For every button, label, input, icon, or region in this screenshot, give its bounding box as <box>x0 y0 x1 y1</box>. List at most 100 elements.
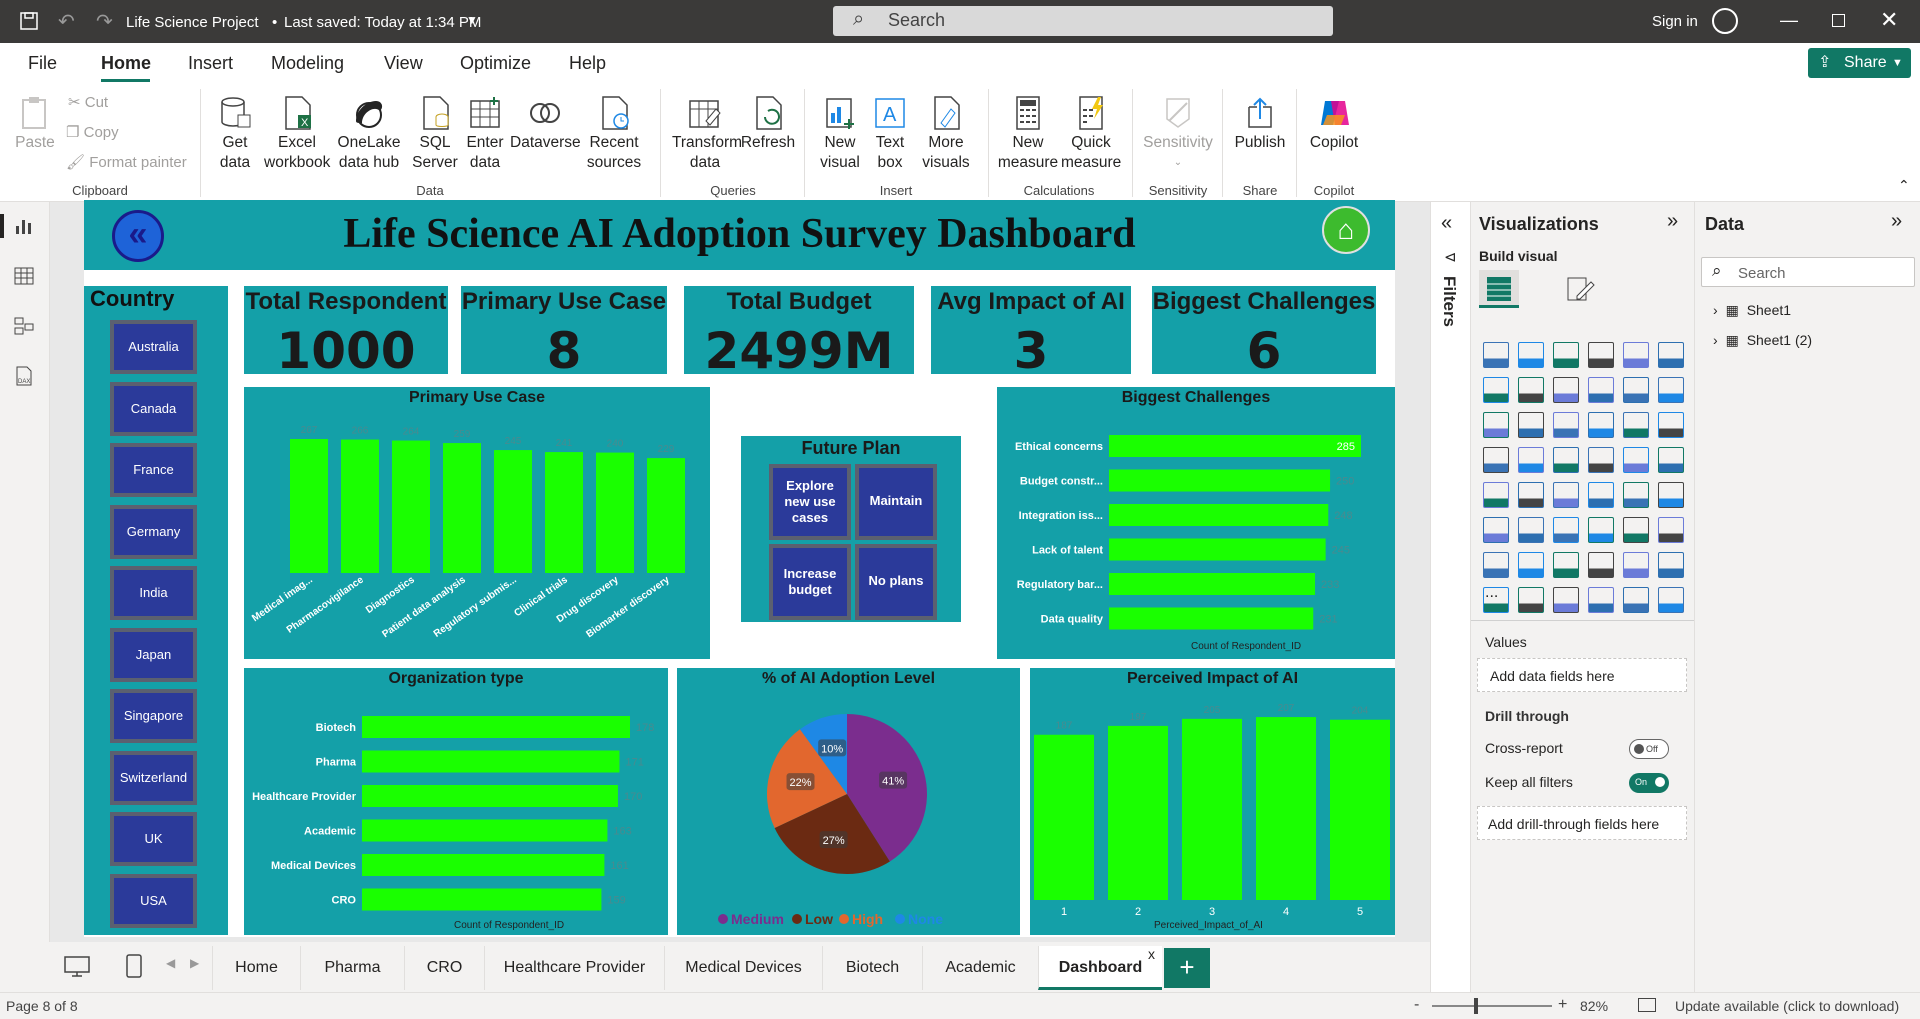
biggest-challenges-chart[interactable]: Biggest Challenges Count of Respondent_I… <box>997 387 1395 659</box>
maximize-icon[interactable] <box>1832 14 1845 27</box>
visual-type-icon[interactable] <box>1623 587 1649 613</box>
visual-type-icon[interactable] <box>1588 377 1614 403</box>
visual-type-icon[interactable] <box>1518 377 1544 403</box>
copilot-button[interactable]: Copilot <box>1304 95 1364 153</box>
zoom-in-button[interactable]: + <box>1558 996 1567 1014</box>
organization-type-chart[interactable]: Organization type Count of Respondent_ID… <box>244 668 668 935</box>
visual-type-icon[interactable] <box>1658 342 1684 368</box>
page-tab-healthcare-provider[interactable]: Healthcare Provider <box>484 946 664 990</box>
future-plan-option[interactable]: Maintain <box>855 464 937 540</box>
visual-type-icon[interactable] <box>1483 412 1509 438</box>
minimize-icon[interactable]: — <box>1780 10 1798 31</box>
zoom-out-button[interactable]: - <box>1414 996 1419 1014</box>
country-button[interactable]: UK <box>110 812 197 866</box>
home-button[interactable]: ⌂ <box>1322 206 1370 254</box>
tab-help[interactable]: Help <box>569 53 606 74</box>
visual-type-icon[interactable] <box>1588 517 1614 543</box>
close-tab-icon[interactable]: x <box>1148 946 1155 962</box>
copy-button[interactable]: ❐ Copy <box>66 123 119 141</box>
visual-type-icon[interactable] <box>1623 482 1649 508</box>
refresh-button[interactable]: Refresh <box>740 95 796 153</box>
kpi-card[interactable]: Total Budget 2499M <box>684 286 914 380</box>
desktop-layout-icon[interactable] <box>64 956 90 978</box>
future-plan-option[interactable]: Explore new use cases <box>769 464 851 540</box>
visual-type-icon[interactable] <box>1553 342 1579 368</box>
visual-type-icon[interactable] <box>1553 482 1579 508</box>
page-tab-home[interactable]: Home <box>212 946 300 990</box>
recent-sources-button[interactable]: Recent sources <box>582 95 646 173</box>
visual-type-icon[interactable] <box>1553 587 1579 613</box>
sensitivity-button[interactable]: Sensitivity ⌄ <box>1140 95 1216 173</box>
data-search-input[interactable]: ⌕ Search <box>1701 257 1915 287</box>
enter-data-button[interactable]: Enter data <box>462 95 508 173</box>
model-view-icon[interactable] <box>14 316 34 336</box>
get-data-button[interactable]: Get data <box>210 95 260 173</box>
format-painter-button[interactable]: 🖌 Format painter <box>66 153 187 171</box>
collapse-pane-icon[interactable]: » <box>1667 210 1678 233</box>
perceived-impact-chart[interactable]: Perceived Impact of AI Perceived_Impact_… <box>1030 668 1395 935</box>
tab-file[interactable]: File <box>28 53 57 74</box>
visual-type-icon[interactable] <box>1588 342 1614 368</box>
new-measure-button[interactable]: New measure <box>996 95 1060 173</box>
visual-type-icon[interactable] <box>1623 342 1649 368</box>
country-button[interactable]: Canada <box>110 382 197 436</box>
tab-insert[interactable]: Insert <box>188 53 233 74</box>
publish-button[interactable]: Publish <box>1230 95 1290 153</box>
country-button[interactable]: France <box>110 443 197 497</box>
country-button[interactable]: Japan <box>110 628 197 682</box>
visual-type-icon[interactable] <box>1623 412 1649 438</box>
page-tab-medical-devices[interactable]: Medical Devices <box>664 946 822 990</box>
page-tab-academic[interactable]: Academic <box>922 946 1038 990</box>
visual-type-icon[interactable] <box>1518 342 1544 368</box>
visual-type-icon[interactable] <box>1623 517 1649 543</box>
text-box-button[interactable]: A Text box <box>866 95 914 173</box>
format-visual-icon[interactable] <box>1565 274 1597 304</box>
country-button[interactable]: Germany <box>110 505 197 559</box>
close-icon[interactable]: ✕ <box>1880 7 1898 33</box>
table-item[interactable]: › ▦ Sheet1 <box>1713 302 1791 319</box>
add-page-button[interactable]: + <box>1164 948 1210 988</box>
more-visuals-button[interactable]: More visuals <box>914 95 978 173</box>
country-button[interactable]: Singapore <box>110 689 197 743</box>
collapse-ribbon-icon[interactable]: ⌃ <box>1898 177 1910 194</box>
visual-type-icon[interactable] <box>1623 377 1649 403</box>
chevron-down-icon[interactable]: ▼ <box>466 13 478 27</box>
tab-optimize[interactable]: Optimize <box>460 53 531 74</box>
dataverse-button[interactable]: Dataverse <box>510 95 581 153</box>
visual-type-icon[interactable] <box>1588 447 1614 473</box>
visual-type-icon[interactable] <box>1553 552 1579 578</box>
onelake-button[interactable]: OneLake data hub <box>332 95 406 173</box>
future-plan-option[interactable]: Increase budget <box>769 544 851 620</box>
visual-type-icon[interactable] <box>1518 552 1544 578</box>
visual-type-icon[interactable] <box>1553 412 1579 438</box>
report-view-icon[interactable] <box>0 214 4 238</box>
fit-to-page-icon[interactable] <box>1638 998 1656 1012</box>
visual-type-icon[interactable] <box>1483 342 1509 368</box>
quick-measure-button[interactable]: Quick measure <box>1060 95 1122 173</box>
excel-workbook-button[interactable]: X Excel workbook <box>262 95 332 173</box>
mobile-layout-icon[interactable] <box>126 954 142 978</box>
ai-adoption-pie-chart[interactable]: % of AI Adoption Level 41% 27% 22% 10% Mediu… <box>677 668 1020 935</box>
tab-view[interactable]: View <box>384 53 423 74</box>
share-button[interactable]: ⇪ Share ▼ <box>1808 48 1911 78</box>
visual-type-icon[interactable] <box>1658 517 1684 543</box>
visual-type-icon[interactable] <box>1623 552 1649 578</box>
visual-type-icon[interactable] <box>1483 517 1509 543</box>
dax-query-icon[interactable]: DAX <box>14 366 34 386</box>
transform-data-button[interactable]: Transform data <box>670 95 742 173</box>
visual-type-icon[interactable] <box>1658 587 1684 613</box>
visual-type-icon[interactable] <box>1483 377 1509 403</box>
cut-button[interactable]: ✂ Cut <box>68 93 108 111</box>
update-available-link[interactable]: Update available (click to download) <box>1675 998 1899 1014</box>
search-box[interactable]: ⌕ Search <box>833 6 1333 36</box>
add-data-fields-well[interactable]: Add data fields here <box>1477 658 1687 692</box>
visual-type-icon[interactable] <box>1658 377 1684 403</box>
scroll-right-icon[interactable]: ▶ <box>190 956 199 970</box>
visual-type-icon[interactable] <box>1553 447 1579 473</box>
visual-type-icon[interactable] <box>1518 482 1544 508</box>
new-visual-button[interactable]: New visual <box>816 95 864 173</box>
tab-home[interactable]: Home <box>101 53 151 74</box>
future-plan-option[interactable]: No plans <box>855 544 937 620</box>
zoom-slider[interactable] <box>1432 1005 1552 1007</box>
visual-type-icon[interactable] <box>1623 447 1649 473</box>
